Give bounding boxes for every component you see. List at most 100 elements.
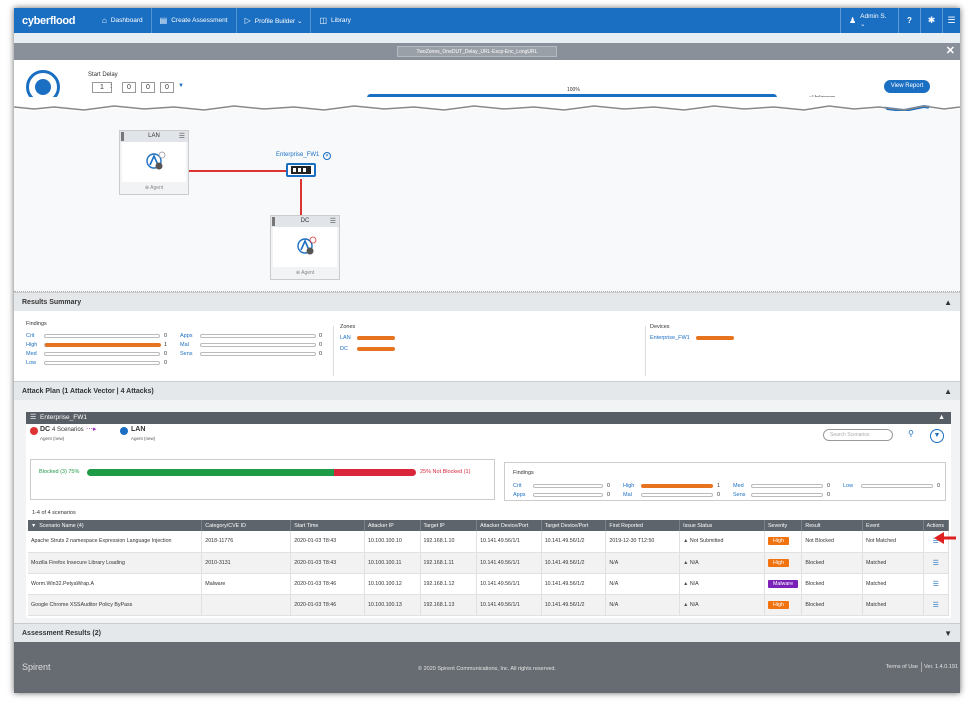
- device-fw-link[interactable]: Enterprise_FW1: [650, 335, 690, 341]
- col-severity[interactable]: Severity: [764, 520, 803, 531]
- attacker-device: 10.141.49.56/1/1: [476, 531, 542, 553]
- col-event[interactable]: Event: [862, 520, 924, 531]
- finding-crit[interactable]: Crit: [26, 333, 35, 339]
- category[interactable]: 2018-11776: [201, 531, 292, 553]
- firewall-close-icon[interactable]: ✕: [323, 152, 331, 160]
- finding-sens[interactable]: Sens: [180, 351, 193, 357]
- finding-med[interactable]: Med: [733, 483, 744, 489]
- delay-dropdown-icon[interactable]: ▼: [178, 83, 184, 89]
- add-agent-link[interactable]: ⊕ Agent: [120, 182, 188, 194]
- finding-mal[interactable]: Mal: [623, 492, 632, 498]
- footer: Spirent © 2020 Spirent Communications, I…: [14, 642, 960, 693]
- drag-handle[interactable]: [272, 217, 275, 226]
- finding-high[interactable]: High: [26, 342, 37, 348]
- search-scenarios-input[interactable]: Search Scenarios: [823, 429, 893, 441]
- crit-meter: [533, 484, 603, 488]
- delay-seconds-input[interactable]: 0: [160, 82, 174, 93]
- settings-gear-icon[interactable]: ✱: [920, 8, 942, 33]
- severity-badge: High: [768, 600, 789, 609]
- firewall-device-icon[interactable]: [286, 163, 316, 177]
- add-agent-link[interactable]: ⊕ Agent: [271, 267, 339, 279]
- col-first-reported[interactable]: First Reported: [605, 520, 681, 531]
- delay-days-input[interactable]: 1: [92, 82, 112, 93]
- nav-dashboard[interactable]: ⌂ Dashboard: [94, 8, 151, 33]
- finding-high[interactable]: High: [623, 483, 634, 489]
- table-row[interactable]: Worm.Win32.PetyaWrap.A Malware 2020-01-03 …: [28, 573, 950, 595]
- finding-mal[interactable]: Mal: [180, 342, 189, 348]
- row-actions[interactable]: ☰: [923, 594, 950, 616]
- delay-hours-input[interactable]: 0: [122, 82, 136, 93]
- node-menu-icon[interactable]: ☰: [179, 133, 185, 140]
- col-actions: Actions: [923, 520, 950, 531]
- category: Malware: [201, 573, 292, 595]
- list-icon[interactable]: ☰: [933, 560, 939, 567]
- assessment-results-header[interactable]: Assessment Results (2) ▼: [14, 623, 960, 642]
- vector-header[interactable]: ☰ Enterprise_FW1 ▲: [26, 412, 951, 424]
- nav-library-label: Library: [331, 17, 351, 24]
- finding-apps[interactable]: Apps: [180, 333, 193, 339]
- list-icon[interactable]: ☰: [933, 581, 939, 588]
- zone-node-dc[interactable]: DC ☰ ⊕ Agent: [270, 215, 340, 280]
- table-row[interactable]: Google Chrome XSSAuditor Policy ByPass 20…: [28, 594, 950, 616]
- first-reported: N/A: [605, 573, 681, 595]
- high-meter-fill: [45, 343, 161, 347]
- row-actions[interactable]: ☰: [923, 573, 950, 595]
- menu-icon[interactable]: ☰: [942, 8, 960, 33]
- table-row[interactable]: Mozilla Firefox Insecure Library Loading…: [28, 552, 950, 574]
- view-report-button[interactable]: View Report: [884, 80, 930, 93]
- device-fw-bar: [696, 336, 734, 340]
- nav-create-assessment[interactable]: ▤ Create Assessment: [150, 8, 236, 33]
- drag-handle[interactable]: [121, 132, 124, 141]
- terms-link[interactable]: Terms of Use: [886, 664, 918, 670]
- col-target-ip[interactable]: Target IP: [420, 520, 478, 531]
- col-target-device[interactable]: Target Device/Port: [541, 520, 607, 531]
- finding-low[interactable]: Low: [843, 483, 853, 489]
- zone-dc-link[interactable]: DC: [340, 346, 348, 352]
- result: Blocked: [801, 573, 864, 595]
- scenario-name: Apache Struts 2 namespace Expression Lan…: [28, 531, 203, 553]
- category[interactable]: 2010-3131: [201, 552, 292, 574]
- row-actions[interactable]: ☰: [923, 552, 950, 574]
- help-button[interactable]: ?: [898, 8, 920, 33]
- finding-low[interactable]: Low: [26, 360, 36, 366]
- nav-profile-builder[interactable]: ▷ Profile Builder ⌄: [235, 8, 311, 33]
- collapse-chevron-icon[interactable]: ▲: [944, 382, 952, 401]
- collapse-chevron-icon[interactable]: ▲: [944, 293, 952, 312]
- col-issue-status[interactable]: Issue Status: [679, 520, 765, 531]
- nav-library[interactable]: ◫ Library: [310, 8, 358, 33]
- col-category[interactable]: Category/CVE ID: [201, 520, 292, 531]
- run-title-bar: TwoZones_OneDUT_Delay_URL-Escp-Enc_LongU…: [14, 43, 960, 60]
- mal-meter: [200, 343, 316, 347]
- filter-icon[interactable]: ▼: [930, 429, 944, 443]
- app-window: cyberflood ⌂ Dashboard ▤ Create Assessme…: [14, 8, 960, 693]
- col-result[interactable]: Result: [801, 520, 864, 531]
- col-start-time[interactable]: Start Time: [290, 520, 365, 531]
- target-device: 10.141.49.56/1/2: [541, 594, 607, 616]
- zone-lan-bar: [357, 336, 395, 340]
- blocked-label: Blocked (3) 75%: [39, 469, 80, 475]
- list-icon[interactable]: ☰: [933, 602, 939, 609]
- mal-meter: [641, 493, 713, 497]
- close-icon[interactable]: ✕: [946, 44, 955, 57]
- zone-lan-link[interactable]: LAN: [340, 335, 351, 341]
- node-menu-icon[interactable]: ☰: [330, 218, 336, 225]
- col-scenario-name[interactable]: ▼ Scenario Name (4): [28, 520, 203, 531]
- finding-apps[interactable]: Apps: [513, 492, 526, 498]
- finding-med[interactable]: Med: [26, 351, 37, 357]
- delay-minutes-input[interactable]: 0: [141, 82, 155, 93]
- hamburger-icon[interactable]: ☰: [30, 412, 36, 424]
- expand-chevron-icon[interactable]: ▼: [944, 624, 952, 643]
- finding-sens[interactable]: Sens: [733, 492, 746, 498]
- zone-node-lan[interactable]: LAN ☰ ⊕ Agent: [119, 130, 189, 195]
- col-attacker-ip[interactable]: Attacker IP: [364, 520, 421, 531]
- user-menu[interactable]: ♟ Admin S. ⌄: [840, 8, 898, 33]
- high-meter: [44, 343, 161, 347]
- results-summary-header[interactable]: Results Summary ▲: [14, 292, 960, 311]
- finding-crit[interactable]: Crit: [513, 483, 522, 489]
- attack-plan-header[interactable]: Attack Plan (1 Attack Vector | 4 Attacks…: [14, 381, 960, 400]
- table-row[interactable]: Apache Struts 2 namespace Expression Lan…: [28, 531, 950, 553]
- search-icon[interactable]: ⚲: [908, 429, 914, 438]
- nav-create-assessment-label: Create Assessment: [171, 17, 228, 24]
- collapse-chevron-icon[interactable]: ▲: [938, 412, 945, 424]
- col-attacker-device[interactable]: Attacker Device/Port: [476, 520, 542, 531]
